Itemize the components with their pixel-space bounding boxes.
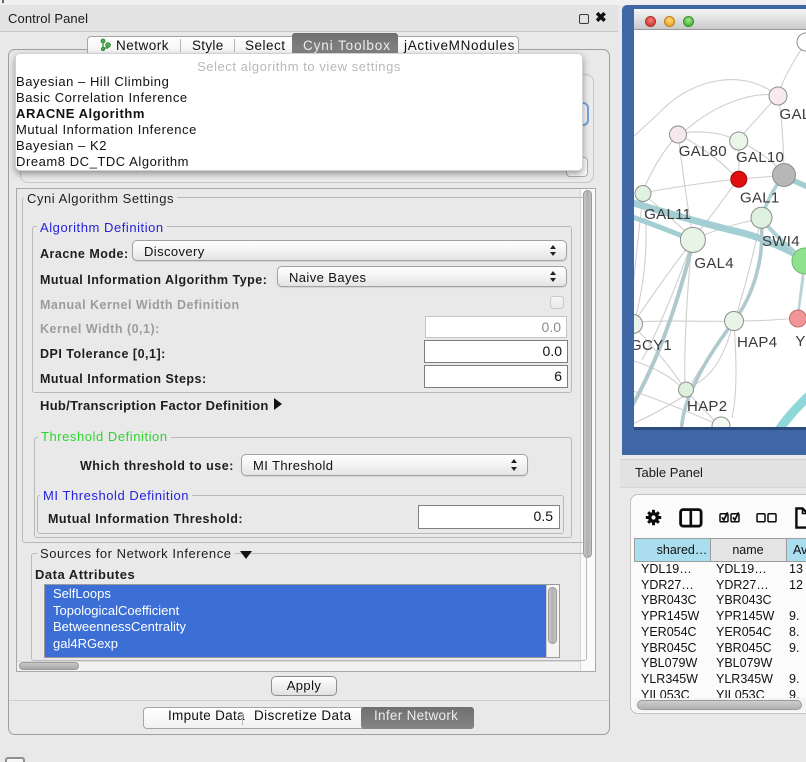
svg-text:SWI4: SWI4 <box>762 233 800 250</box>
svg-text:GCY1: GCY1 <box>634 337 672 354</box>
svg-text:GAL1: GAL1 <box>740 190 780 207</box>
svg-text:HAP2: HAP2 <box>687 398 727 415</box>
svg-text:GAL10: GAL10 <box>736 149 784 166</box>
svg-text:HAP4: HAP4 <box>737 334 777 351</box>
svg-text:GAL80: GAL80 <box>679 143 727 160</box>
svg-text:Y: Y <box>795 333 805 350</box>
svg-text:GAL4: GAL4 <box>694 255 734 272</box>
svg-text:GAL11: GAL11 <box>644 206 691 223</box>
svg-text:GAL: GAL <box>780 106 806 123</box>
